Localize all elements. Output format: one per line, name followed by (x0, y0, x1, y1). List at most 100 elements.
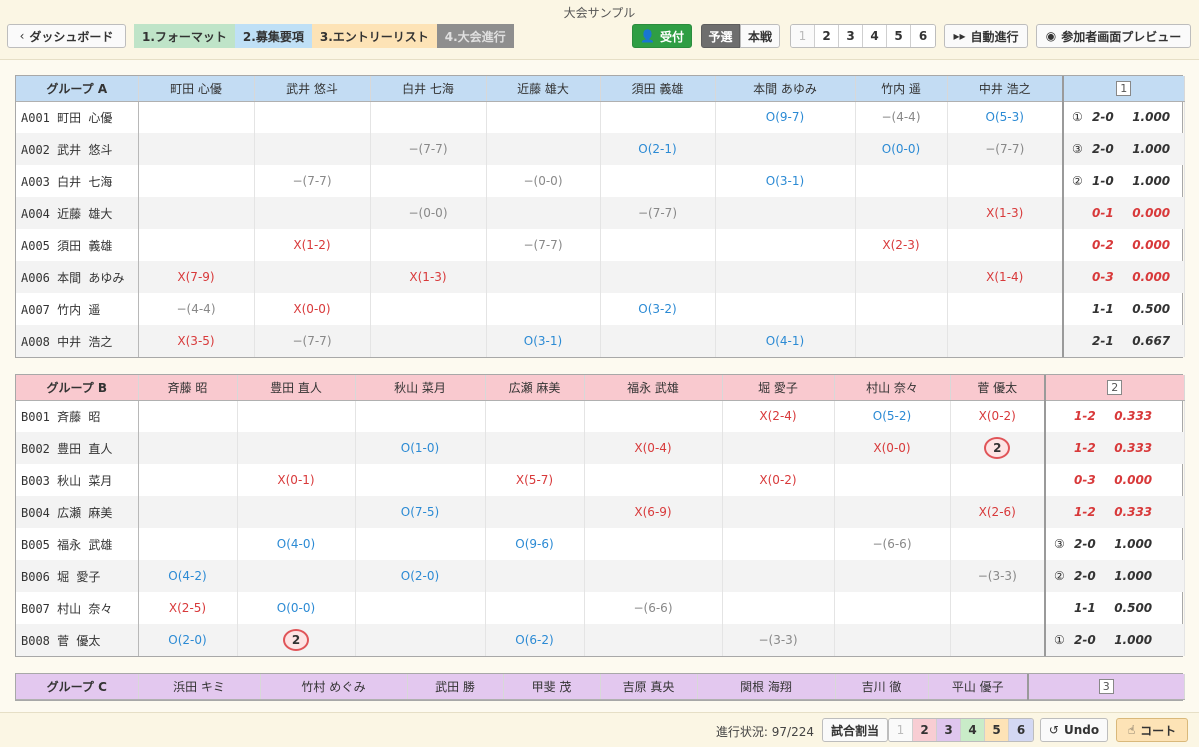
player-name-cell[interactable]: A007 竹内 遥 (16, 293, 139, 325)
match-cell[interactable]: O(3-1) (715, 165, 856, 197)
match-cell[interactable]: O(2-1) (600, 133, 716, 165)
match-cell[interactable] (715, 229, 856, 261)
match-cell[interactable] (855, 325, 948, 357)
match-cell[interactable] (855, 197, 948, 229)
match-cell[interactable] (138, 400, 238, 432)
match-cell[interactable] (722, 496, 835, 528)
player-name-cell[interactable]: B001 斉藤 昭 (16, 400, 139, 432)
match-cell[interactable] (486, 197, 601, 229)
match-cell[interactable] (947, 325, 1064, 357)
court-page-6[interactable]: 6 (1009, 719, 1033, 741)
dashboard-button[interactable]: ‹ ダッシュボード (7, 24, 126, 48)
page-6[interactable]: 6 (911, 25, 935, 47)
match-cell[interactable]: X(1-3) (947, 197, 1064, 229)
match-cell[interactable] (485, 400, 585, 432)
match-cell[interactable] (584, 400, 723, 432)
match-cell[interactable]: −(0-0) (370, 197, 487, 229)
match-cell[interactable]: −(7-7) (254, 325, 371, 357)
match-cell[interactable] (254, 133, 371, 165)
match-cell[interactable]: −(4-4) (855, 101, 948, 133)
match-cell[interactable] (947, 229, 1064, 261)
match-cell[interactable] (486, 133, 601, 165)
match-cell[interactable] (584, 464, 723, 496)
match-cell[interactable] (355, 528, 486, 560)
assign-match-button[interactable]: 試合割当 (822, 718, 888, 742)
match-cell[interactable] (370, 229, 487, 261)
match-cell[interactable]: X(2-4) (722, 400, 835, 432)
player-name-cell[interactable]: A005 須田 義雄 (16, 229, 139, 261)
step-format[interactable]: 1.フォーマット (134, 24, 235, 48)
match-cell[interactable]: X(0-0) (834, 432, 951, 464)
match-cell[interactable] (722, 528, 835, 560)
match-cell[interactable]: −(7-7) (486, 229, 601, 261)
tab-honsen[interactable]: 本戦 (740, 24, 780, 48)
match-cell[interactable]: X(0-1) (237, 464, 356, 496)
match-cell[interactable]: X(0-2) (722, 464, 835, 496)
match-cell[interactable]: −(6-6) (834, 528, 951, 560)
match-cell[interactable]: X(1-3) (370, 261, 487, 293)
match-cell[interactable] (855, 165, 948, 197)
match-cell[interactable] (138, 165, 255, 197)
match-cell[interactable]: X(2-5) (138, 592, 238, 624)
match-cell[interactable]: X(0-0) (254, 293, 371, 325)
player-name-cell[interactable]: A002 武井 悠斗 (16, 133, 139, 165)
match-cell[interactable] (600, 229, 716, 261)
match-cell[interactable] (834, 560, 951, 592)
match-cell[interactable] (600, 261, 716, 293)
match-cell[interactable]: O(9-7) (715, 101, 856, 133)
match-cell[interactable]: O(4-0) (237, 528, 356, 560)
page-5[interactable]: 5 (887, 25, 911, 47)
match-cell[interactable] (138, 464, 238, 496)
reception-button[interactable]: 👤 受付 (632, 24, 692, 48)
auto-advance-button[interactable]: ▸▸ 自動進行 (944, 24, 1028, 48)
match-cell[interactable]: O(7-5) (355, 496, 486, 528)
court-page-4[interactable]: 4 (961, 719, 985, 741)
tab-yosen[interactable]: 予選 (701, 24, 740, 48)
match-cell[interactable] (355, 624, 486, 656)
match-cell[interactable] (600, 101, 716, 133)
match-cell[interactable] (254, 101, 371, 133)
match-cell[interactable]: O(5-2) (834, 400, 951, 432)
player-name-cell[interactable]: A008 中井 浩之 (16, 325, 139, 357)
match-cell[interactable]: O(1-0) (355, 432, 486, 464)
match-cell[interactable] (355, 464, 486, 496)
match-cell[interactable] (237, 432, 356, 464)
match-cell[interactable]: X(2-6) (950, 496, 1046, 528)
group-number[interactable]: 2 (1107, 379, 1123, 395)
match-cell[interactable]: X(2-3) (855, 229, 948, 261)
player-name-cell[interactable]: B005 福永 武雄 (16, 528, 139, 560)
match-cell[interactable] (834, 624, 951, 656)
match-cell[interactable] (138, 432, 238, 464)
match-cell[interactable]: −(4-4) (138, 293, 255, 325)
match-cell[interactable] (237, 560, 356, 592)
match-cell[interactable] (715, 133, 856, 165)
match-cell[interactable] (486, 261, 601, 293)
match-cell[interactable]: O(5-3) (947, 101, 1064, 133)
match-cell[interactable] (600, 325, 716, 357)
match-cell[interactable] (370, 101, 487, 133)
player-name-cell[interactable]: B003 秋山 菜月 (16, 464, 139, 496)
match-cell[interactable] (486, 101, 601, 133)
match-cell[interactable]: O(3-1) (486, 325, 601, 357)
match-cell[interactable] (950, 528, 1046, 560)
participant-preview-button[interactable]: ◉ 参加者画面プレビュー (1036, 24, 1191, 48)
match-cell[interactable]: O(6-2) (485, 624, 585, 656)
match-cell[interactable] (486, 293, 601, 325)
match-cell[interactable]: X(0-2) (950, 400, 1046, 432)
match-cell[interactable]: O(3-2) (600, 293, 716, 325)
match-cell[interactable] (950, 624, 1046, 656)
match-cell[interactable]: −(6-6) (584, 592, 723, 624)
match-cell[interactable] (254, 261, 371, 293)
match-cell[interactable]: X(0-4) (584, 432, 723, 464)
court-badge[interactable]: 2 (984, 437, 1011, 459)
match-cell[interactable] (355, 592, 486, 624)
player-name-cell[interactable]: B007 村山 奈々 (16, 592, 139, 624)
step-tournament-progress[interactable]: 4.大会進行 (436, 24, 514, 48)
player-name-cell[interactable]: B004 広瀬 麻美 (16, 496, 139, 528)
match-cell[interactable]: O(2-0) (138, 624, 238, 656)
match-cell[interactable] (855, 261, 948, 293)
match-cell[interactable] (138, 133, 255, 165)
match-cell[interactable] (254, 197, 371, 229)
undo-button[interactable]: ↺ Undo (1040, 718, 1108, 742)
match-cell[interactable] (722, 432, 835, 464)
